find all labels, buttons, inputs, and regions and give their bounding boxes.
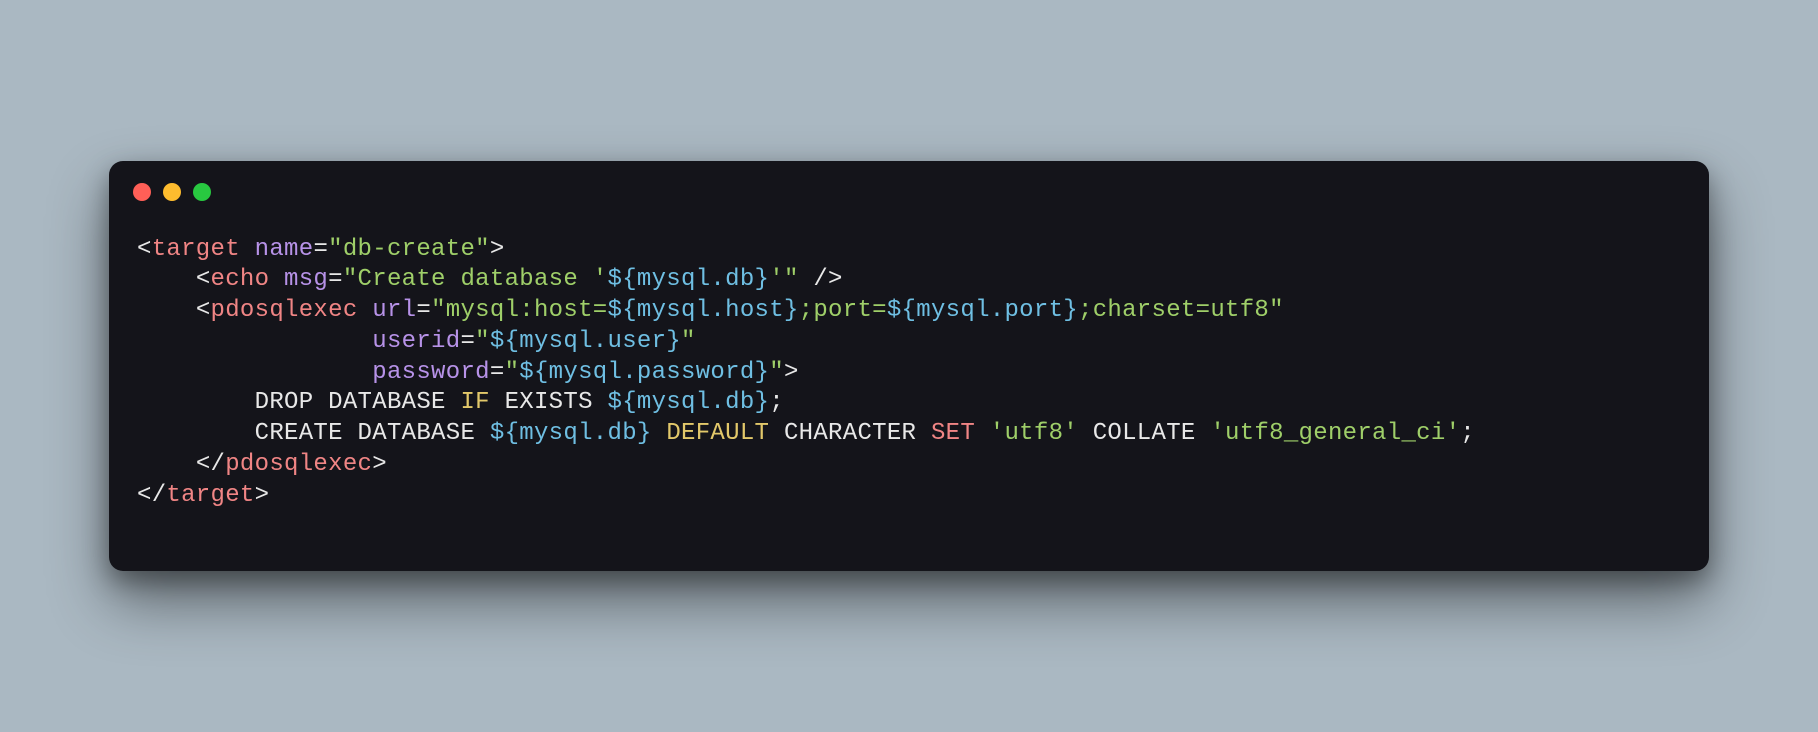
code-token: password: [372, 359, 490, 386]
code-token: ": [328, 236, 343, 263]
code-token: [769, 420, 784, 447]
code-token: ;charset=utf8: [1078, 297, 1269, 324]
code-token: target: [166, 482, 254, 509]
code-token: url: [372, 297, 416, 324]
code-token: ": [431, 297, 446, 324]
code-token: [652, 420, 667, 447]
traffic-light-minimize-icon[interactable]: [163, 183, 181, 201]
code-token: target: [152, 236, 240, 263]
code-token: SET: [931, 420, 975, 447]
code-token: ${mysql.host}: [608, 297, 799, 324]
code-token: ": [784, 266, 799, 293]
code-token: [240, 236, 255, 263]
code-token: msg: [284, 266, 328, 293]
code-token: <: [196, 297, 211, 324]
code-token: COLLATE: [1093, 420, 1196, 447]
code-token: DROP: [255, 389, 314, 416]
code-token: name: [255, 236, 314, 263]
code-token: Create database ': [358, 266, 608, 293]
code-token: DATABASE: [328, 389, 446, 416]
code-token: [137, 266, 196, 293]
code-token: pdosqlexec: [211, 297, 358, 324]
code-token: EXISTS: [505, 389, 593, 416]
code-window: <target name="db-create"> <echo msg="Cre…: [109, 161, 1709, 571]
code-token: ": [769, 359, 784, 386]
code-token: ': [769, 266, 784, 293]
code-token: </: [137, 482, 166, 509]
code-token: CHARACTER: [784, 420, 916, 447]
code-token: echo: [211, 266, 270, 293]
code-token: >: [784, 359, 799, 386]
code-token: IF: [460, 389, 489, 416]
code-token: ${mysql.port}: [887, 297, 1078, 324]
code-token: ": [475, 328, 490, 355]
code-token: [975, 420, 990, 447]
code-token: =: [416, 297, 431, 324]
code-token: ;: [769, 389, 784, 416]
traffic-light-close-icon[interactable]: [133, 183, 151, 201]
code-token: [358, 297, 373, 324]
window-titlebar: [109, 161, 1709, 207]
code-token: ": [1269, 297, 1284, 324]
code-token: ${mysql.password}: [519, 359, 769, 386]
code-token: [1196, 420, 1211, 447]
code-token: [475, 420, 490, 447]
code-token: ${mysql.db}: [608, 266, 770, 293]
code-token: [313, 389, 328, 416]
code-token: =: [328, 266, 343, 293]
code-token: [916, 420, 931, 447]
code-token: [137, 451, 196, 478]
code-token: CREATE: [255, 420, 343, 447]
code-token: db-create: [343, 236, 475, 263]
code-token: [137, 359, 372, 386]
code-token: >: [490, 236, 505, 263]
code-token: ": [475, 236, 490, 263]
code-token: ": [505, 359, 520, 386]
code-token: pdosqlexec: [225, 451, 372, 478]
code-token: </: [196, 451, 225, 478]
code-token: >: [255, 482, 270, 509]
code-token: 'utf8': [990, 420, 1078, 447]
code-token: DEFAULT: [666, 420, 769, 447]
code-token: ;port=: [799, 297, 887, 324]
code-token: [446, 389, 461, 416]
code-token: ${mysql.user}: [490, 328, 681, 355]
code-token: ${mysql.db}: [608, 389, 770, 416]
code-token: [269, 266, 284, 293]
code-token: />: [799, 266, 843, 293]
traffic-light-zoom-icon[interactable]: [193, 183, 211, 201]
code-token: =: [490, 359, 505, 386]
code-token: [593, 389, 608, 416]
code-token: =: [460, 328, 475, 355]
code-token: ": [681, 328, 696, 355]
code-token: [137, 297, 196, 324]
code-token: 'utf8_general_ci': [1210, 420, 1460, 447]
code-token: ": [343, 266, 358, 293]
code-token: >: [372, 451, 387, 478]
code-token: [137, 389, 255, 416]
code-token: DATABASE: [358, 420, 476, 447]
code-token: [490, 389, 505, 416]
code-token: <: [137, 236, 152, 263]
code-token: [1078, 420, 1093, 447]
code-token: ;: [1460, 420, 1475, 447]
code-token: <: [196, 266, 211, 293]
code-token: [343, 420, 358, 447]
code-block: <target name="db-create"> <echo msg="Cre…: [109, 207, 1709, 571]
code-token: =: [313, 236, 328, 263]
code-token: mysql:host=: [446, 297, 608, 324]
code-token: [137, 420, 255, 447]
code-token: [137, 328, 372, 355]
code-token: userid: [372, 328, 460, 355]
code-token: ${mysql.db}: [490, 420, 652, 447]
